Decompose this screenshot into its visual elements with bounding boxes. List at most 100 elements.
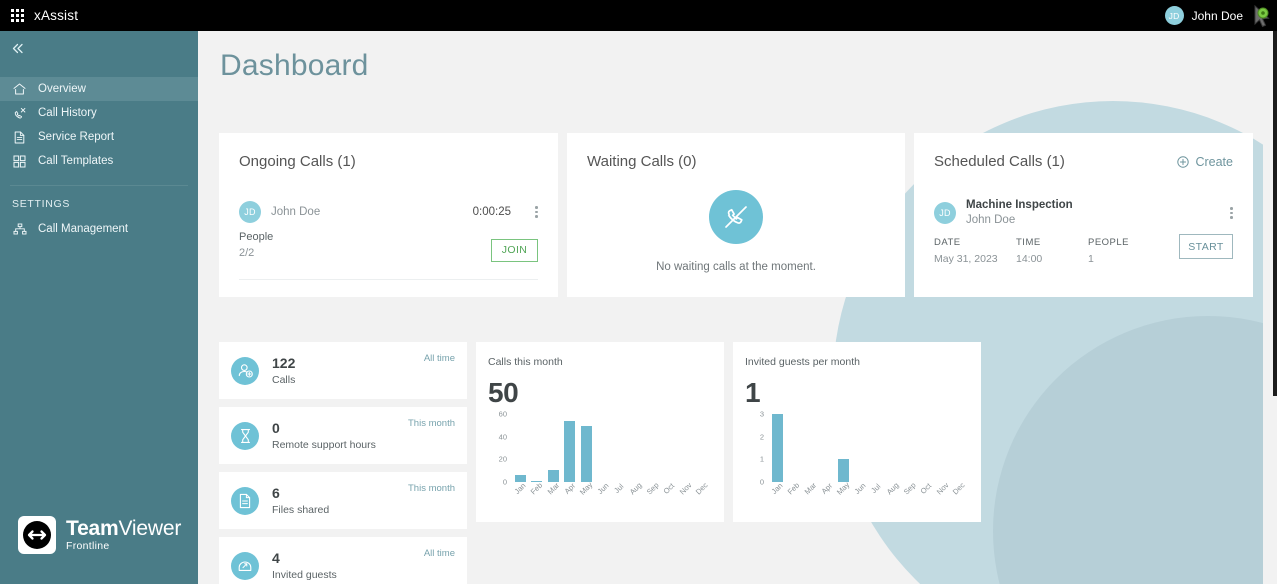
x-axis-tick: Jul (869, 481, 883, 496)
bars-container (769, 414, 967, 482)
sidebar-item-service-report[interactable]: Service Report (0, 125, 198, 149)
mouse-cursor-icon (1251, 4, 1273, 30)
y-axis-tick: 60 (498, 409, 507, 419)
bar-slot (694, 414, 711, 482)
bar-slot (934, 414, 951, 482)
page-title: Dashboard (220, 49, 369, 82)
topbar-user-name: John Doe (1191, 8, 1243, 23)
bar-slot (852, 414, 869, 482)
avatar: JD (239, 201, 261, 223)
x-axis-tick: Mar (545, 480, 561, 497)
x-axis-tick: Oct (918, 481, 934, 496)
y-axis-tick: 40 (498, 432, 507, 442)
bar-slot (512, 414, 529, 482)
x-axis-tick: Jun (595, 481, 611, 496)
scheduled-time-key: TIME (1016, 237, 1041, 249)
background-circle-decoration-2 (993, 316, 1263, 584)
sidebar-item-call-templates[interactable]: Call Templates (0, 149, 198, 173)
sidebar-item-call-management[interactable]: Call Management (0, 217, 198, 241)
sitemap-icon (12, 222, 27, 237)
y-axis: 0 20 40 60 (488, 410, 510, 487)
ongoing-people-label: People (239, 231, 274, 243)
bar (547, 469, 559, 482)
kebab-menu-icon[interactable] (535, 206, 538, 218)
x-axis-tick: Dec (693, 480, 710, 497)
bar-slot (868, 414, 885, 482)
ongoing-call-name: John Doe (271, 206, 321, 218)
ongoing-people-value: 2/2 (239, 246, 255, 259)
x-axis-tick: Feb (785, 480, 802, 497)
sidebar-section-settings: SETTINGS (12, 198, 71, 210)
sidebar-item-label: Service Report (38, 131, 115, 143)
join-button[interactable]: JOIN (491, 238, 538, 262)
sidebar-item-call-history[interactable]: Call History (0, 101, 198, 125)
x-axis-tick: Apr (819, 481, 835, 496)
bar-slot (628, 414, 645, 482)
scheduled-calls-card: Scheduled Calls (1) Create JD Machine In… (914, 133, 1253, 297)
x-axis-tick: Jan (769, 481, 785, 496)
stat-value: 122 (272, 354, 296, 371)
divider (239, 278, 538, 280)
document-icon (12, 130, 27, 145)
logo-name-bold: Team (66, 517, 119, 541)
bar-slot (835, 414, 852, 482)
plus-circle-icon (1177, 155, 1190, 168)
chart-title: Calls this month (488, 356, 563, 368)
start-button[interactable]: START (1179, 234, 1233, 260)
phone-missed-icon (709, 190, 763, 244)
create-button[interactable]: Create (1177, 155, 1233, 169)
main-content: Dashboard Ongoing Calls (1) JD John Doe … (198, 31, 1263, 584)
x-axis-tick: Jan (512, 481, 528, 496)
stat-period: All time (423, 548, 455, 559)
sidebar-item-overview[interactable]: Overview (0, 77, 198, 101)
kebab-menu-icon[interactable] (1230, 207, 1233, 219)
apps-grid-icon[interactable] (0, 0, 34, 31)
stat-value: 6 (272, 484, 280, 501)
scheduled-people-value: 1 (1088, 253, 1094, 266)
hourglass-icon (231, 421, 259, 450)
bar-slot (951, 414, 968, 482)
bar-slot (644, 414, 661, 482)
bar-slot (786, 414, 803, 482)
top-bar: xAssist JD John Doe (0, 0, 1277, 31)
ongoing-call-duration: 0:00:25 (472, 206, 511, 218)
bar-slot (769, 414, 786, 482)
stat-card-remote-support-hours: 0 Remote support hours This month (219, 407, 467, 464)
scheduled-people-key: PEOPLE (1088, 237, 1130, 249)
scheduled-time-value: 14:00 (1016, 253, 1043, 266)
bar (771, 414, 783, 482)
bar (564, 420, 576, 482)
stat-card-calls: 122 Calls All time (219, 342, 467, 399)
stat-period: This month (408, 418, 455, 429)
x-axis-tick: Mar (802, 480, 818, 497)
bar-slot (677, 414, 694, 482)
scheduled-date-key: DATE (934, 237, 961, 249)
create-button-label: Create (1195, 154, 1233, 169)
sidebar-collapse-button[interactable] (0, 31, 198, 65)
y-axis-tick: 1 (759, 454, 764, 464)
logo-name-light: Viewer (118, 517, 182, 541)
cards-row-top: Ongoing Calls (1) JD John Doe 0:00:25 Pe… (219, 133, 1253, 297)
x-axis-tick: Sep (901, 480, 918, 497)
vertical-scrollbar[interactable] (1273, 31, 1277, 396)
stat-label: Remote support hours (272, 439, 376, 452)
avatar: JD (1164, 6, 1184, 25)
templates-icon (12, 154, 27, 169)
bar (580, 426, 592, 482)
y-axis-tick: 2 (759, 432, 764, 442)
bar-slot (918, 414, 935, 482)
chart-headline-value: 1 (745, 377, 761, 408)
x-axis-tick: Aug (884, 480, 901, 497)
scheduled-call-owner: John Doe (966, 213, 1016, 226)
x-axis-tick: Dec (950, 480, 967, 497)
teamviewer-logo: TeamViewer Frontline (18, 516, 181, 554)
bar-slot (901, 414, 918, 482)
stat-label: Calls (272, 374, 296, 387)
x-axis-tick: Oct (661, 481, 677, 496)
stat-period: This month (408, 483, 455, 494)
scheduled-calls-title: Scheduled Calls (1) (934, 153, 1065, 170)
x-axis-tick: Sep (644, 480, 661, 497)
avatar: JD (934, 202, 956, 225)
bar-slot (578, 414, 595, 482)
x-axis: Jan Feb Mar Apr May Jun Jul Aug Sep Oct Nov Dec (512, 480, 710, 497)
